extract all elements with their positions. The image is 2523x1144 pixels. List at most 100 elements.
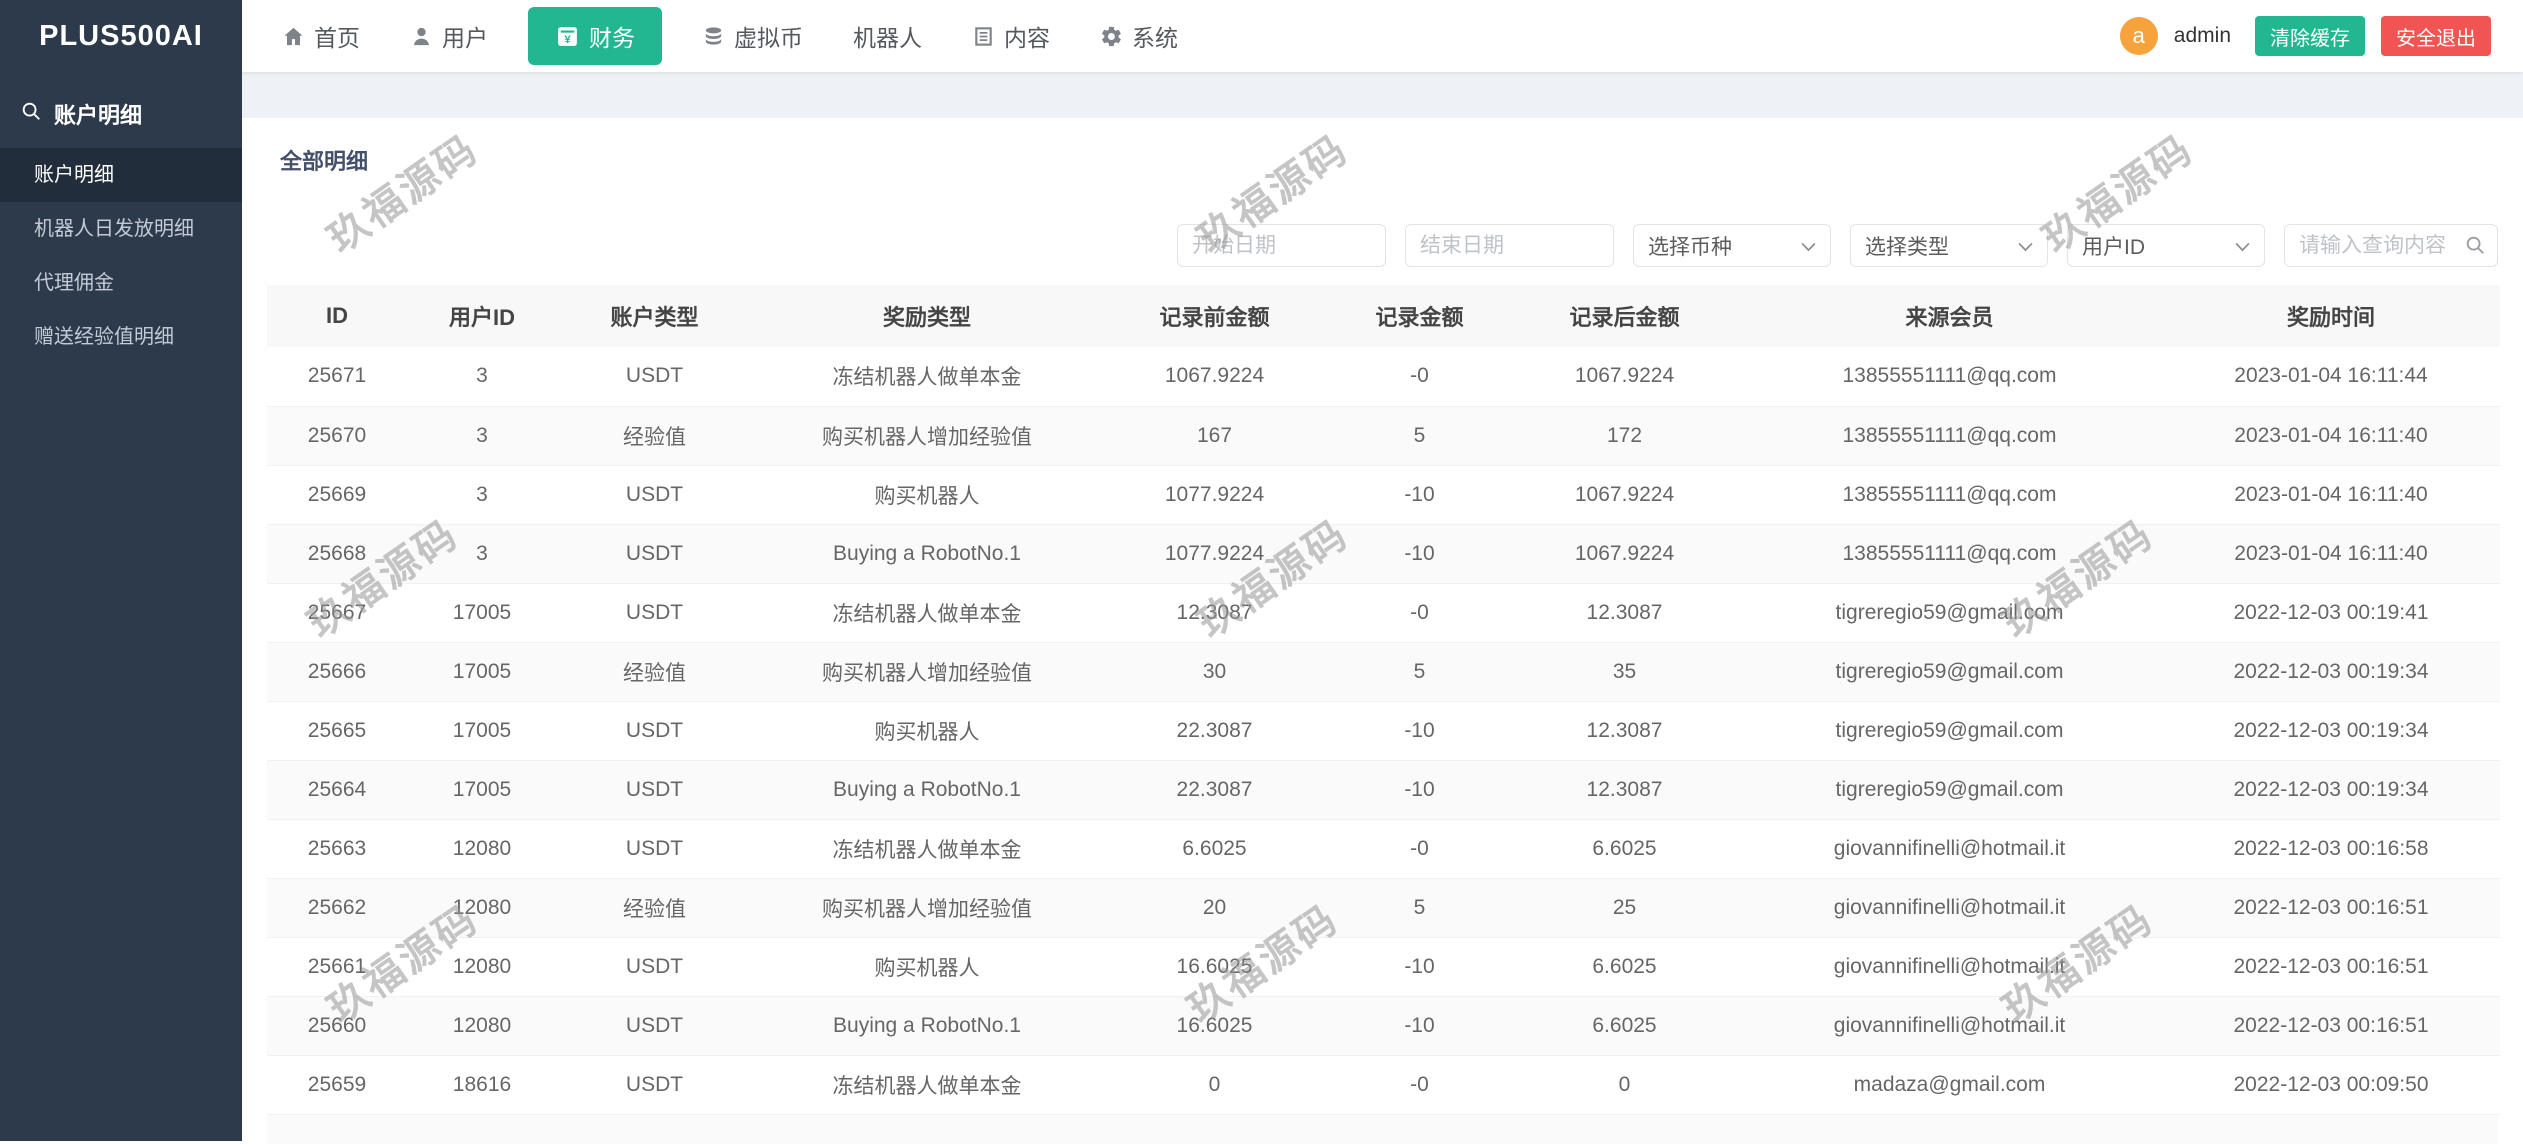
type-select-value: 选择类型 [1865, 231, 1949, 261]
table-cell: 1067.9224 [1512, 465, 1737, 524]
nav-item-robots[interactable]: 机器人 [853, 0, 922, 72]
table-cell: 3 [407, 524, 557, 583]
table-cell: USDT [557, 465, 752, 524]
sidebar: PLUS500AI 账户明细 账户明细机器人日发放明细代理佣金赠送经验值明细 [0, 0, 242, 1141]
table-cell: 30 [1102, 642, 1327, 701]
finance-icon: ¥ [555, 24, 580, 49]
currency-select[interactable]: 选择币种 [1633, 224, 1831, 267]
table-cell: 1077.9224 [1102, 465, 1327, 524]
table-cell: USDT [557, 1055, 752, 1114]
sidebar-item-0[interactable]: 账户明细 [0, 148, 242, 202]
app-logo: PLUS500AI [0, 0, 242, 72]
chevron-down-icon [2235, 234, 2250, 258]
table-cell: -0 [1327, 583, 1512, 642]
table-row: 256693USDT购买机器人1077.9224-101067.92241385… [267, 465, 2500, 524]
table-cell: giovannifinelli@hotmail.it [1737, 878, 2162, 937]
nav-item-finance[interactable]: ¥ 财务 [528, 7, 662, 65]
table-cell: 3 [407, 465, 557, 524]
table-cell: 25661 [267, 937, 407, 996]
sidebar-item-2[interactable]: 代理佣金 [0, 256, 242, 310]
table-cell: 13855551111@qq.com [1737, 347, 2162, 406]
search-icon[interactable] [2464, 234, 2486, 261]
table-row: 2566717005USDT冻结机器人做单本金12.3087-012.3087t… [267, 583, 2500, 642]
table-cell: 25664 [267, 760, 407, 819]
table-cell: -10 [1327, 760, 1512, 819]
nav-item-crypto[interactable]: 虚拟币 [702, 0, 803, 72]
clear-cache-button[interactable]: 清除缓存 [2255, 16, 2365, 56]
sidebar-item-1[interactable]: 机器人日发放明细 [0, 202, 242, 256]
table-cell: 5 [1327, 642, 1512, 701]
table-row: 256683USDTBuying a RobotNo.11077.9224-10… [267, 524, 2500, 583]
header-right: a admin 清除缓存 安全退出 [2120, 16, 2523, 56]
table-cell: 25660 [267, 996, 407, 1055]
table-cell: 167 [1102, 406, 1327, 465]
table-body: 256713USDT冻结机器人做单本金1067.9224-01067.92241… [267, 347, 2500, 1114]
table-cell: 12080 [407, 937, 557, 996]
table-row: 2566012080USDTBuying a RobotNo.116.6025-… [267, 996, 2500, 1055]
table-cell: tigreregio59@gmail.com [1737, 701, 2162, 760]
table-cell: madaza@gmail.com [1737, 1055, 2162, 1114]
table-cell: 25670 [267, 406, 407, 465]
table-cell: 经验值 [557, 642, 752, 701]
table-cell: giovannifinelli@hotmail.it [1737, 996, 2162, 1055]
column-header: 来源会员 [1737, 285, 2162, 347]
end-date-input[interactable] [1405, 224, 1614, 267]
table-cell: 1067.9224 [1512, 524, 1737, 583]
records-table: ID用户ID账户类型奖励类型记录前金额记录金额记录后金额来源会员奖励时间 256… [267, 285, 2500, 1115]
column-header: 记录金额 [1327, 285, 1512, 347]
coins-icon [702, 25, 725, 48]
currency-select-value: 选择币种 [1648, 231, 1732, 261]
column-header: 奖励时间 [2162, 285, 2500, 347]
nav-item-label: 财务 [589, 19, 635, 53]
table-cell: 2022-12-03 00:16:51 [2162, 937, 2500, 996]
page-title: 全部明细 [242, 118, 2523, 176]
avatar[interactable]: a [2120, 17, 2158, 55]
gear-icon [1100, 25, 1123, 48]
table-cell: 25671 [267, 347, 407, 406]
filter-bar: 选择币种 选择类型 用户ID [242, 224, 2498, 267]
table-cell: giovannifinelli@hotmail.it [1737, 819, 2162, 878]
nav-item-system[interactable]: 系统 [1100, 0, 1178, 72]
table-cell: 购买机器人 [752, 937, 1102, 996]
table-cell: 25668 [267, 524, 407, 583]
table-row: 2566617005经验值购买机器人增加经验值30535tigreregio59… [267, 642, 2500, 701]
table-cell: -10 [1327, 996, 1512, 1055]
table-cell: 购买机器人增加经验值 [752, 642, 1102, 701]
sidebar-section-header: 账户明细 [0, 72, 242, 148]
table-cell: 经验值 [557, 406, 752, 465]
nav-item-label: 用户 [442, 19, 488, 53]
sidebar-item-3[interactable]: 赠送经验值明细 [0, 310, 242, 364]
user-icon [410, 25, 433, 48]
table-cell: 2022-12-03 00:16:51 [2162, 996, 2500, 1055]
sidebar-section-title: 账户明细 [54, 98, 142, 130]
table-cell: 2022-12-03 00:09:50 [2162, 1055, 2500, 1114]
table-cell: 2022-12-03 00:16:58 [2162, 819, 2500, 878]
logout-button[interactable]: 安全退出 [2381, 16, 2491, 56]
top-header: 首页 用户 ¥ 财务 虚拟币 机器人 内容系统 a admin 清除缓存 安全退出 [242, 0, 2523, 72]
table-cell: 25 [1512, 878, 1737, 937]
nav-item-label: 机器人 [853, 19, 922, 53]
table-cell: 172 [1512, 406, 1737, 465]
table-cell: 12.3087 [1512, 760, 1737, 819]
table-cell: USDT [557, 583, 752, 642]
field-select[interactable]: 用户ID [2067, 224, 2265, 267]
table-cell: 3 [407, 406, 557, 465]
table-cell: 22.3087 [1102, 760, 1327, 819]
nav-item-users[interactable]: 用户 [410, 0, 488, 72]
type-select[interactable]: 选择类型 [1850, 224, 2048, 267]
chevron-down-icon [1801, 234, 1816, 258]
column-header: 账户类型 [557, 285, 752, 347]
table-cell: -0 [1327, 819, 1512, 878]
doc-icon [972, 25, 995, 48]
table-cell: Buying a RobotNo.1 [752, 996, 1102, 1055]
table-cell: 17005 [407, 583, 557, 642]
home-icon [282, 25, 305, 48]
table-row: 256703经验值购买机器人增加经验值167517213855551111@qq… [267, 406, 2500, 465]
table-cell: 16.6025 [1102, 996, 1327, 1055]
table-cell: -10 [1327, 701, 1512, 760]
nav-item-content[interactable]: 内容 [972, 0, 1050, 72]
table-cell: 冻结机器人做单本金 [752, 1055, 1102, 1114]
nav-item-home[interactable]: 首页 [282, 0, 360, 72]
table-cell: 购买机器人 [752, 701, 1102, 760]
start-date-input[interactable] [1177, 224, 1386, 267]
